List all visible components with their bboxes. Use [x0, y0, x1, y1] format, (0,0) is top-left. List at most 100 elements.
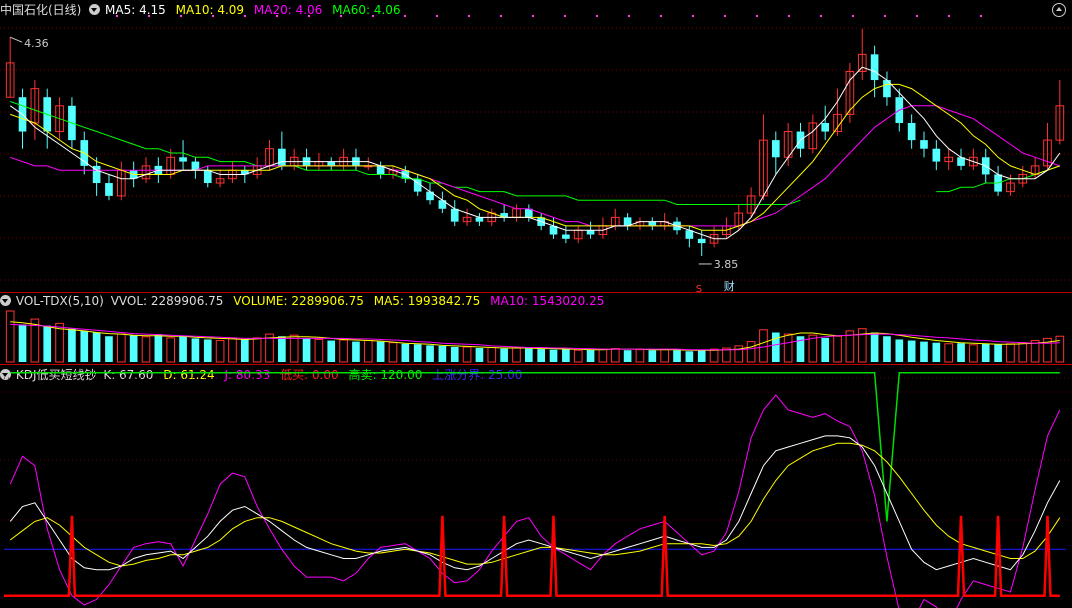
- signal-dot: [980, 15, 982, 17]
- volume-bar-down: [907, 340, 916, 362]
- volume-bar-up: [709, 348, 719, 363]
- volume-bar-down: [500, 348, 508, 362]
- ma20-line: [10, 105, 1060, 227]
- volume-bar-up: [573, 349, 583, 363]
- volume-bar-down: [426, 345, 434, 362]
- volume-bar-up: [598, 348, 608, 363]
- volume-bar-down: [648, 350, 657, 362]
- d-line: [9, 442, 1061, 567]
- volume-bar-up: [289, 334, 299, 363]
- signal-dot: [372, 15, 374, 17]
- stock-chart[interactable]: 4.36 3.85 S 财: [0, 0, 1072, 608]
- signal-dot: [724, 15, 726, 17]
- volume-bar-down: [883, 336, 891, 362]
- candle-body-down: [648, 221, 657, 226]
- volume-bar-down: [43, 325, 52, 362]
- volume-bar-down: [18, 324, 27, 362]
- volume-series: [5, 310, 1065, 363]
- volume-bar-down: [352, 341, 360, 362]
- volume-bar-up: [462, 346, 472, 363]
- volume-bar-down: [920, 341, 928, 362]
- volume-bar-down: [475, 348, 484, 362]
- volume-bar-up: [5, 310, 15, 363]
- candle-body-down: [932, 148, 941, 162]
- volume-bar-up: [363, 340, 373, 363]
- signal-dot: [404, 15, 406, 17]
- volume-bar-down: [129, 335, 138, 362]
- volume-bar-up: [388, 342, 398, 363]
- signal-dot: [148, 15, 150, 17]
- moving-average-lines: [9, 66, 1061, 240]
- candle-body-down: [475, 217, 484, 222]
- volume-bar-down: [413, 344, 422, 362]
- candle-body-down: [870, 54, 879, 81]
- candle-body-down: [179, 157, 187, 162]
- volume-bar-down: [105, 336, 113, 362]
- volume-bar-down: [981, 343, 990, 362]
- volume-bar-down: [80, 330, 89, 362]
- volume-bar-up: [660, 348, 669, 363]
- signal-dot: [660, 15, 662, 17]
- candle-body-down: [771, 140, 780, 158]
- signal-dot: [596, 15, 598, 17]
- volume-bar-down: [697, 350, 706, 362]
- signal-dot: [276, 15, 278, 17]
- volume-bar-down: [771, 332, 780, 362]
- signal-dot: [212, 15, 214, 17]
- volume-bar-down: [203, 339, 212, 362]
- volume-bar-down: [623, 350, 632, 362]
- signal-dot: [308, 15, 310, 17]
- volume-bar-up: [1055, 335, 1065, 363]
- signal-dot: [116, 15, 118, 17]
- volume-bar-down: [278, 336, 286, 362]
- signal-dot: [628, 15, 630, 17]
- volume-bar-up: [944, 343, 954, 363]
- ma5-line: [9, 66, 1061, 240]
- candle-body-down: [450, 208, 459, 222]
- finance-report-label: 财: [724, 279, 735, 293]
- j-line: [9, 394, 1061, 608]
- volume-bar-up: [116, 333, 126, 363]
- volume-bar-down: [932, 342, 941, 362]
- candle-body-down: [697, 238, 706, 244]
- signal-dot: [756, 15, 758, 17]
- volume-bar-down: [685, 351, 694, 362]
- candle-body-down: [920, 140, 928, 149]
- volume-bar-up: [746, 341, 756, 363]
- signal-dot: [180, 15, 182, 17]
- candle-body-down: [327, 161, 336, 166]
- volume-bar-down: [562, 349, 570, 362]
- signal-dot: [532, 15, 534, 17]
- signal-dot: [692, 15, 694, 17]
- volume-bar-down: [870, 332, 879, 362]
- volume-bar-down: [994, 344, 1002, 362]
- volume-bar-up: [314, 338, 324, 363]
- high-arrow: [9, 36, 23, 43]
- volume-bar-down: [673, 350, 681, 362]
- volume-bar-down: [92, 332, 101, 362]
- signal-dot: [852, 15, 854, 17]
- candle-body-down: [907, 122, 916, 141]
- candle-body-down: [821, 122, 830, 132]
- low-price-label: 3.85: [714, 258, 739, 271]
- volume-bar-down: [154, 334, 163, 362]
- volume-bar-up: [1018, 342, 1028, 363]
- signal-dot: [436, 15, 438, 17]
- grid-lines: [0, 15, 1072, 521]
- volume-bar-down: [302, 338, 311, 362]
- volume-bar-up: [610, 348, 620, 363]
- volume-bar-up: [339, 339, 348, 363]
- signal-s-label: S: [696, 284, 702, 295]
- volume-bar-up: [1006, 343, 1015, 363]
- signal-dot: [244, 15, 246, 17]
- volume-bar-down: [821, 337, 830, 362]
- signal-dot: [916, 15, 918, 17]
- volume-bar-up: [252, 337, 262, 363]
- volume-bar-up: [215, 340, 225, 363]
- volume-bar-up: [141, 336, 151, 363]
- signal-dot: [788, 15, 790, 17]
- candle-body-down: [586, 230, 595, 235]
- volume-bar-down: [191, 338, 200, 362]
- volume-bar-up: [166, 337, 176, 363]
- volume-bar-down: [524, 348, 533, 362]
